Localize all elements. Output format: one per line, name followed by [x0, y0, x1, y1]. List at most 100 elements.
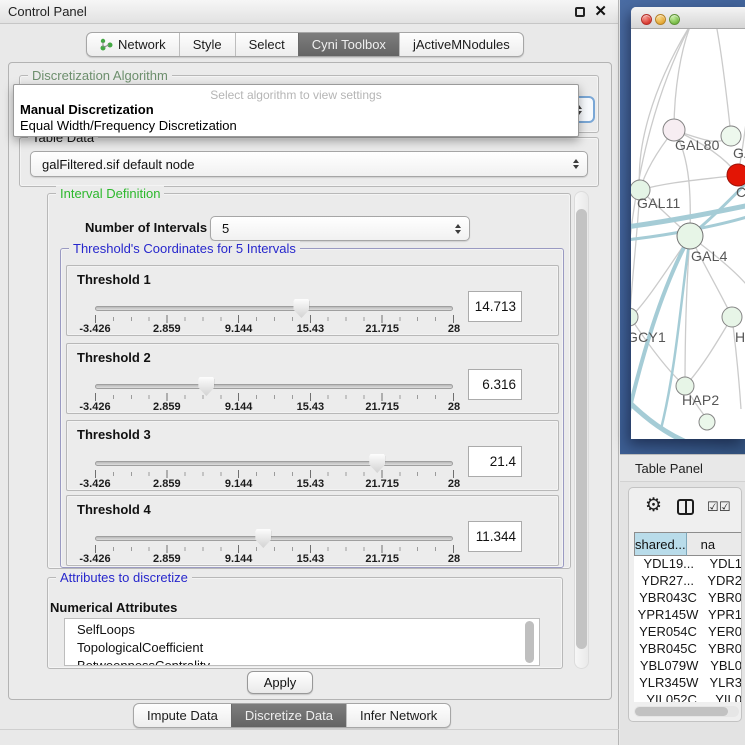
tab-jactivemnodules[interactable]: jActiveMNodules: [399, 33, 523, 56]
network-node[interactable]: [722, 307, 742, 327]
columns-icon[interactable]: [677, 499, 694, 515]
interval-definition-title: Interval Definition: [56, 186, 164, 201]
tab-cyni-toolbox[interactable]: Cyni Toolbox: [298, 33, 399, 56]
thresholds-group-title: Threshold's Coordinates for 5 Intervals: [69, 241, 300, 256]
algorithm-hint: Select algorithm to view settings: [14, 88, 578, 102]
table-data-group: Table Data galFiltered.sif default node: [19, 137, 599, 187]
numerical-attributes-list[interactable]: SelfLoops TopologicalCoefficient Between…: [64, 618, 540, 666]
table-row[interactable]: YBR045CYBR0: [634, 641, 742, 658]
table-panel: ⚙ ☑ ☑ shared... na YDL19...YDL1 YDR27...…: [628, 487, 742, 722]
threshold-3-panel: Threshold 3 -3.426 2.859 9.144 15.43 21.…: [66, 420, 559, 491]
gear-icon[interactable]: ⚙: [645, 496, 662, 516]
scrollbar-thumb[interactable]: [635, 707, 728, 716]
node-label: H: [735, 329, 745, 345]
node-label: GAL80: [675, 137, 720, 153]
interval-definition-group: Interval Definition Number of Intervals …: [47, 193, 571, 569]
cyni-content-panel: Discretization Algorithm Select algorith…: [8, 62, 612, 700]
threshold-3-label: Threshold 3: [77, 427, 151, 442]
control-panel: Control Panel ✕ Network Style Select Cyn…: [0, 0, 619, 745]
thresholds-group: Threshold's Coordinates for 5 Intervals …: [60, 248, 564, 568]
table-row[interactable]: YDL19...YDL1: [634, 556, 742, 573]
network-node-selected[interactable]: [727, 164, 745, 186]
threshold-1-value-field[interactable]: 14.713: [468, 291, 522, 322]
column-header-shared-name[interactable]: shared...: [634, 532, 687, 556]
node-label: HAP2: [682, 392, 719, 408]
tab-network[interactable]: Network: [87, 33, 179, 56]
table-header-row: shared... na: [634, 532, 742, 556]
slider-scale: -3.426 2.859 9.144 15.43 21.715 28: [95, 478, 454, 489]
network-icon: [100, 38, 113, 51]
control-panel-titlebar: Control Panel ✕: [0, 0, 618, 24]
tab-discretize-data[interactable]: Discretize Data: [231, 704, 346, 727]
table-row[interactable]: YBR043CYBR0: [634, 590, 742, 607]
tab-impute-data[interactable]: Impute Data: [134, 704, 231, 727]
top-tab-bar: Network Style Select Cyni Toolbox jActiv…: [86, 32, 524, 57]
table-row[interactable]: YPR145WYPR1: [634, 607, 742, 624]
threshold-4-slider[interactable]: [95, 536, 453, 541]
table-row[interactable]: YDR27...YDR2: [634, 573, 742, 590]
threshold-3-slider[interactable]: [95, 461, 453, 466]
node-label: GAL4: [691, 248, 728, 264]
list-scrollbar[interactable]: [525, 621, 534, 663]
algorithm-dropdown-popup: Select algorithm to view settings Manual…: [13, 84, 579, 137]
threshold-4-panel: Threshold 4 -3.426 2.859 9.144 15.43 21.…: [66, 495, 559, 566]
tab-label: Network: [118, 37, 166, 52]
table-row[interactable]: YER054CYER0: [634, 624, 742, 641]
threshold-2-panel: Threshold 2 -3.426 2.859 9.144 15.43 21.…: [66, 343, 559, 414]
node-label: GCY1: [631, 329, 666, 345]
network-node[interactable]: [699, 414, 715, 430]
network-canvas[interactable]: GAL80 GA C GAL11 GAL4 GCY1 H HAP2: [631, 29, 745, 439]
checkbox-icon[interactable]: ☑: [719, 500, 731, 513]
threshold-1-label: Threshold 1: [77, 272, 151, 287]
threshold-3-value-field[interactable]: 21.4: [468, 446, 522, 477]
column-header-name[interactable]: na: [687, 532, 742, 556]
combo-stepper-icon: [573, 159, 579, 169]
divider: [0, 729, 619, 730]
control-panel-title: Control Panel: [8, 4, 87, 19]
number-of-intervals-combo[interactable]: 5: [210, 216, 470, 241]
number-of-intervals-label: Number of Intervals: [85, 220, 207, 235]
number-of-intervals-value: 5: [222, 221, 229, 236]
panel-scrollbar[interactable]: [574, 191, 589, 669]
table-data-combo[interactable]: galFiltered.sif default node: [30, 151, 588, 177]
zoom-traffic-light-icon[interactable]: [669, 14, 680, 25]
bottom-tab-bar: Impute Data Discretize Data Infer Networ…: [133, 703, 451, 728]
threshold-2-value-field[interactable]: 6.316: [468, 369, 522, 400]
popup-item-manual-discretization[interactable]: Manual Discretization: [20, 102, 154, 117]
table-panel-area: ⚙ ☑ ☑ shared... na YDL19...YDL1 YDR27...…: [620, 482, 745, 745]
threshold-2-slider[interactable]: [95, 384, 453, 389]
network-node[interactable]: [721, 126, 741, 146]
attributes-group-title: Attributes to discretize: [56, 570, 192, 585]
node-table: shared... na YDL19...YDL1 YDR27...YDR2 Y…: [634, 532, 742, 702]
table-data-combo-value: galFiltered.sif default node: [42, 157, 194, 172]
close-icon[interactable]: ✕: [594, 1, 607, 23]
network-node[interactable]: [677, 223, 703, 249]
tab-style[interactable]: Style: [179, 33, 235, 56]
scrollbar-thumb[interactable]: [576, 209, 587, 649]
list-item[interactable]: TopologicalCoefficient: [65, 639, 539, 657]
list-item[interactable]: BetweennessCentrality: [65, 657, 539, 666]
popup-item-equal-width-frequency[interactable]: Equal Width/Frequency Discretization: [20, 118, 237, 133]
float-window-icon[interactable]: [575, 7, 585, 17]
threshold-4-value-field[interactable]: 11.344: [468, 521, 522, 552]
close-traffic-light-icon[interactable]: [641, 14, 652, 25]
slider-ticks: [95, 315, 454, 323]
table-row[interactable]: YLR345WYLR3: [634, 675, 742, 692]
network-window-titlebar[interactable]: [631, 7, 745, 29]
table-hscrollbar[interactable]: [634, 706, 739, 717]
table-row[interactable]: YBL079WYBL0: [634, 658, 742, 675]
checkbox-icon[interactable]: ☑: [707, 500, 719, 513]
threshold-1-panel: Threshold 1 -3.426 2.859 9.144 15.43 21.…: [66, 265, 559, 336]
minimize-traffic-light-icon[interactable]: [655, 14, 666, 25]
slider-ticks: [95, 470, 454, 478]
threshold-1-slider[interactable]: [95, 306, 453, 311]
list-item[interactable]: SelfLoops: [65, 619, 539, 639]
node-label: GAL11: [637, 195, 681, 211]
table-row[interactable]: YIL052CYIL0: [634, 692, 742, 702]
slider-scale: -3.426 2.859 9.144 15.43 21.715 28: [95, 401, 454, 412]
network-view-frame: GAL80 GA C GAL11 GAL4 GCY1 H HAP2: [620, 0, 745, 454]
tab-select[interactable]: Select: [235, 33, 298, 56]
tab-infer-network[interactable]: Infer Network: [346, 704, 450, 727]
apply-button[interactable]: Apply: [247, 671, 313, 694]
slider-ticks: [95, 545, 454, 553]
